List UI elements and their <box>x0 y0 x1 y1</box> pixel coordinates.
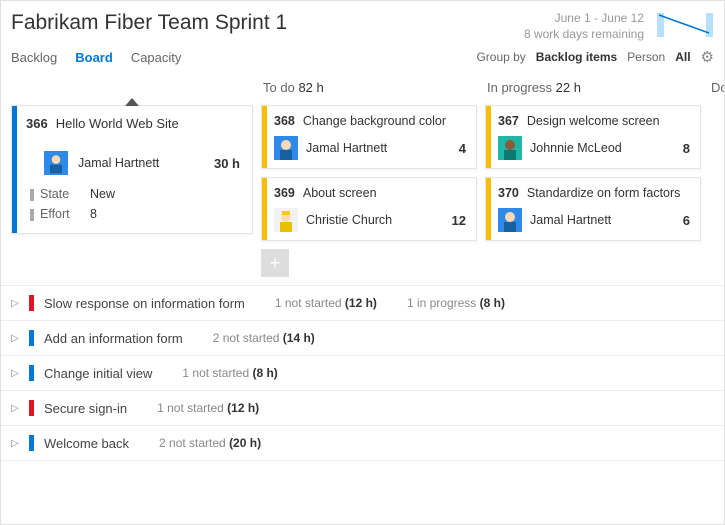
assignee: Jamal Hartnett <box>530 213 611 227</box>
tab-backlog[interactable]: Backlog <box>11 50 57 65</box>
caret-up-icon <box>125 98 139 106</box>
card-title: Design welcome screen <box>527 114 690 128</box>
effort-value: 8 <box>90 207 240 221</box>
assignee: Jamal Hartnett <box>306 141 387 155</box>
state-value: New <box>90 187 240 201</box>
row-stat: 1 not started (12 h) <box>157 401 259 415</box>
row-title: Add an information form <box>44 331 183 346</box>
avatar <box>498 208 522 232</box>
row-title: Welcome back <box>44 436 129 451</box>
card-id: 370 <box>498 186 519 200</box>
assignee: Jamal Hartnett <box>78 156 159 170</box>
page-title: Fabrikam Fiber Team Sprint 1 <box>11 11 287 35</box>
burndown-spark <box>654 11 714 41</box>
row-color-bar <box>29 330 34 346</box>
group-by-value[interactable]: Backlog items <box>536 50 617 64</box>
row-title: Secure sign-in <box>44 401 127 416</box>
avatar <box>498 136 522 160</box>
row-color-bar <box>29 435 34 451</box>
avatar <box>274 208 298 232</box>
task-card[interactable]: 367 Design welcome screen Johnnie McLeod 8 <box>485 105 701 169</box>
row-title: Change initial view <box>44 366 152 381</box>
row-color-bar <box>29 400 34 416</box>
backlog-item-card[interactable]: 366 Hello World Web Site Jamal Hartnett … <box>11 105 253 234</box>
card-hours: 30 h <box>214 156 240 171</box>
row-stat: 1 not started (8 h) <box>182 366 277 380</box>
task-card[interactable]: 369 About screen Christie Church 12 <box>261 177 477 241</box>
row-stat: 2 not started (20 h) <box>159 436 261 450</box>
progress-column-header: In progress 22 h <box>485 74 701 105</box>
done-column-header: Done <box>709 74 724 105</box>
backlog-row[interactable]: ▷ Add an information form 2 not started (1… <box>1 321 724 356</box>
gear-icon[interactable]: ⚙ <box>701 48 714 66</box>
chevron-right-icon: ▷ <box>11 333 19 344</box>
card-stripe <box>262 106 267 168</box>
card-title: Hello World Web Site <box>56 116 240 131</box>
card-stripe <box>486 178 491 240</box>
card-hours: 6 <box>683 213 690 228</box>
card-id: 369 <box>274 186 295 200</box>
card-id: 366 <box>26 116 48 131</box>
backlog-row[interactable]: ▷ Welcome back 2 not started (20 h) <box>1 426 724 461</box>
row-stat: 1 not started (12 h) <box>275 296 377 310</box>
card-stripe <box>486 106 491 168</box>
days-remaining: 8 work days remaining <box>524 27 644 43</box>
person-filter-label: Person <box>627 50 665 64</box>
card-stripe <box>12 106 17 233</box>
card-hours: 4 <box>459 141 466 156</box>
card-stripe <box>262 178 267 240</box>
card-title: About screen <box>303 186 466 200</box>
row-color-bar <box>29 295 34 311</box>
card-hours: 12 <box>452 213 466 228</box>
avatar <box>274 136 298 160</box>
row-stat: 1 in progress (8 h) <box>407 296 505 310</box>
card-id: 367 <box>498 114 519 128</box>
group-by-label: Group by <box>476 50 525 64</box>
assignee: Christie Church <box>306 213 392 227</box>
person-filter-value[interactable]: All <box>675 50 690 64</box>
avatar <box>44 151 68 175</box>
row-title: Slow response on information form <box>44 296 245 311</box>
task-card[interactable]: 368 Change background color Jamal Hartnett… <box>261 105 477 169</box>
backlog-row[interactable]: ▷ Slow response on information form 1 not … <box>1 286 724 321</box>
backlog-row[interactable]: ▷ Change initial view 1 not started (8 h) <box>1 356 724 391</box>
task-card[interactable]: 370 Standardize on form factors Jamal Hart… <box>485 177 701 241</box>
row-color-bar <box>29 365 34 381</box>
view-tabs: Backlog Board Capacity <box>11 50 181 65</box>
assignee: Johnnie McLeod <box>530 141 622 155</box>
card-hours: 8 <box>683 141 690 156</box>
chevron-right-icon: ▷ <box>11 298 19 309</box>
card-title: Change background color <box>303 114 466 128</box>
chevron-right-icon: ▷ <box>11 368 19 379</box>
todo-column-header: To do 82 h <box>261 74 477 105</box>
chevron-right-icon: ▷ <box>11 403 19 414</box>
row-stat: 2 not started (14 h) <box>213 331 315 345</box>
backlog-row[interactable]: ▷ Secure sign-in 1 not started (12 h) <box>1 391 724 426</box>
card-id: 368 <box>274 114 295 128</box>
chevron-right-icon: ▷ <box>11 438 19 449</box>
add-card-button[interactable]: + <box>261 249 289 277</box>
tab-board[interactable]: Board <box>75 50 113 65</box>
tab-capacity[interactable]: Capacity <box>131 50 182 65</box>
effort-label: Effort <box>30 207 90 221</box>
state-label: State <box>30 187 90 201</box>
card-title: Standardize on form factors <box>527 186 690 200</box>
sprint-dates: June 1 - June 12 <box>524 11 644 27</box>
